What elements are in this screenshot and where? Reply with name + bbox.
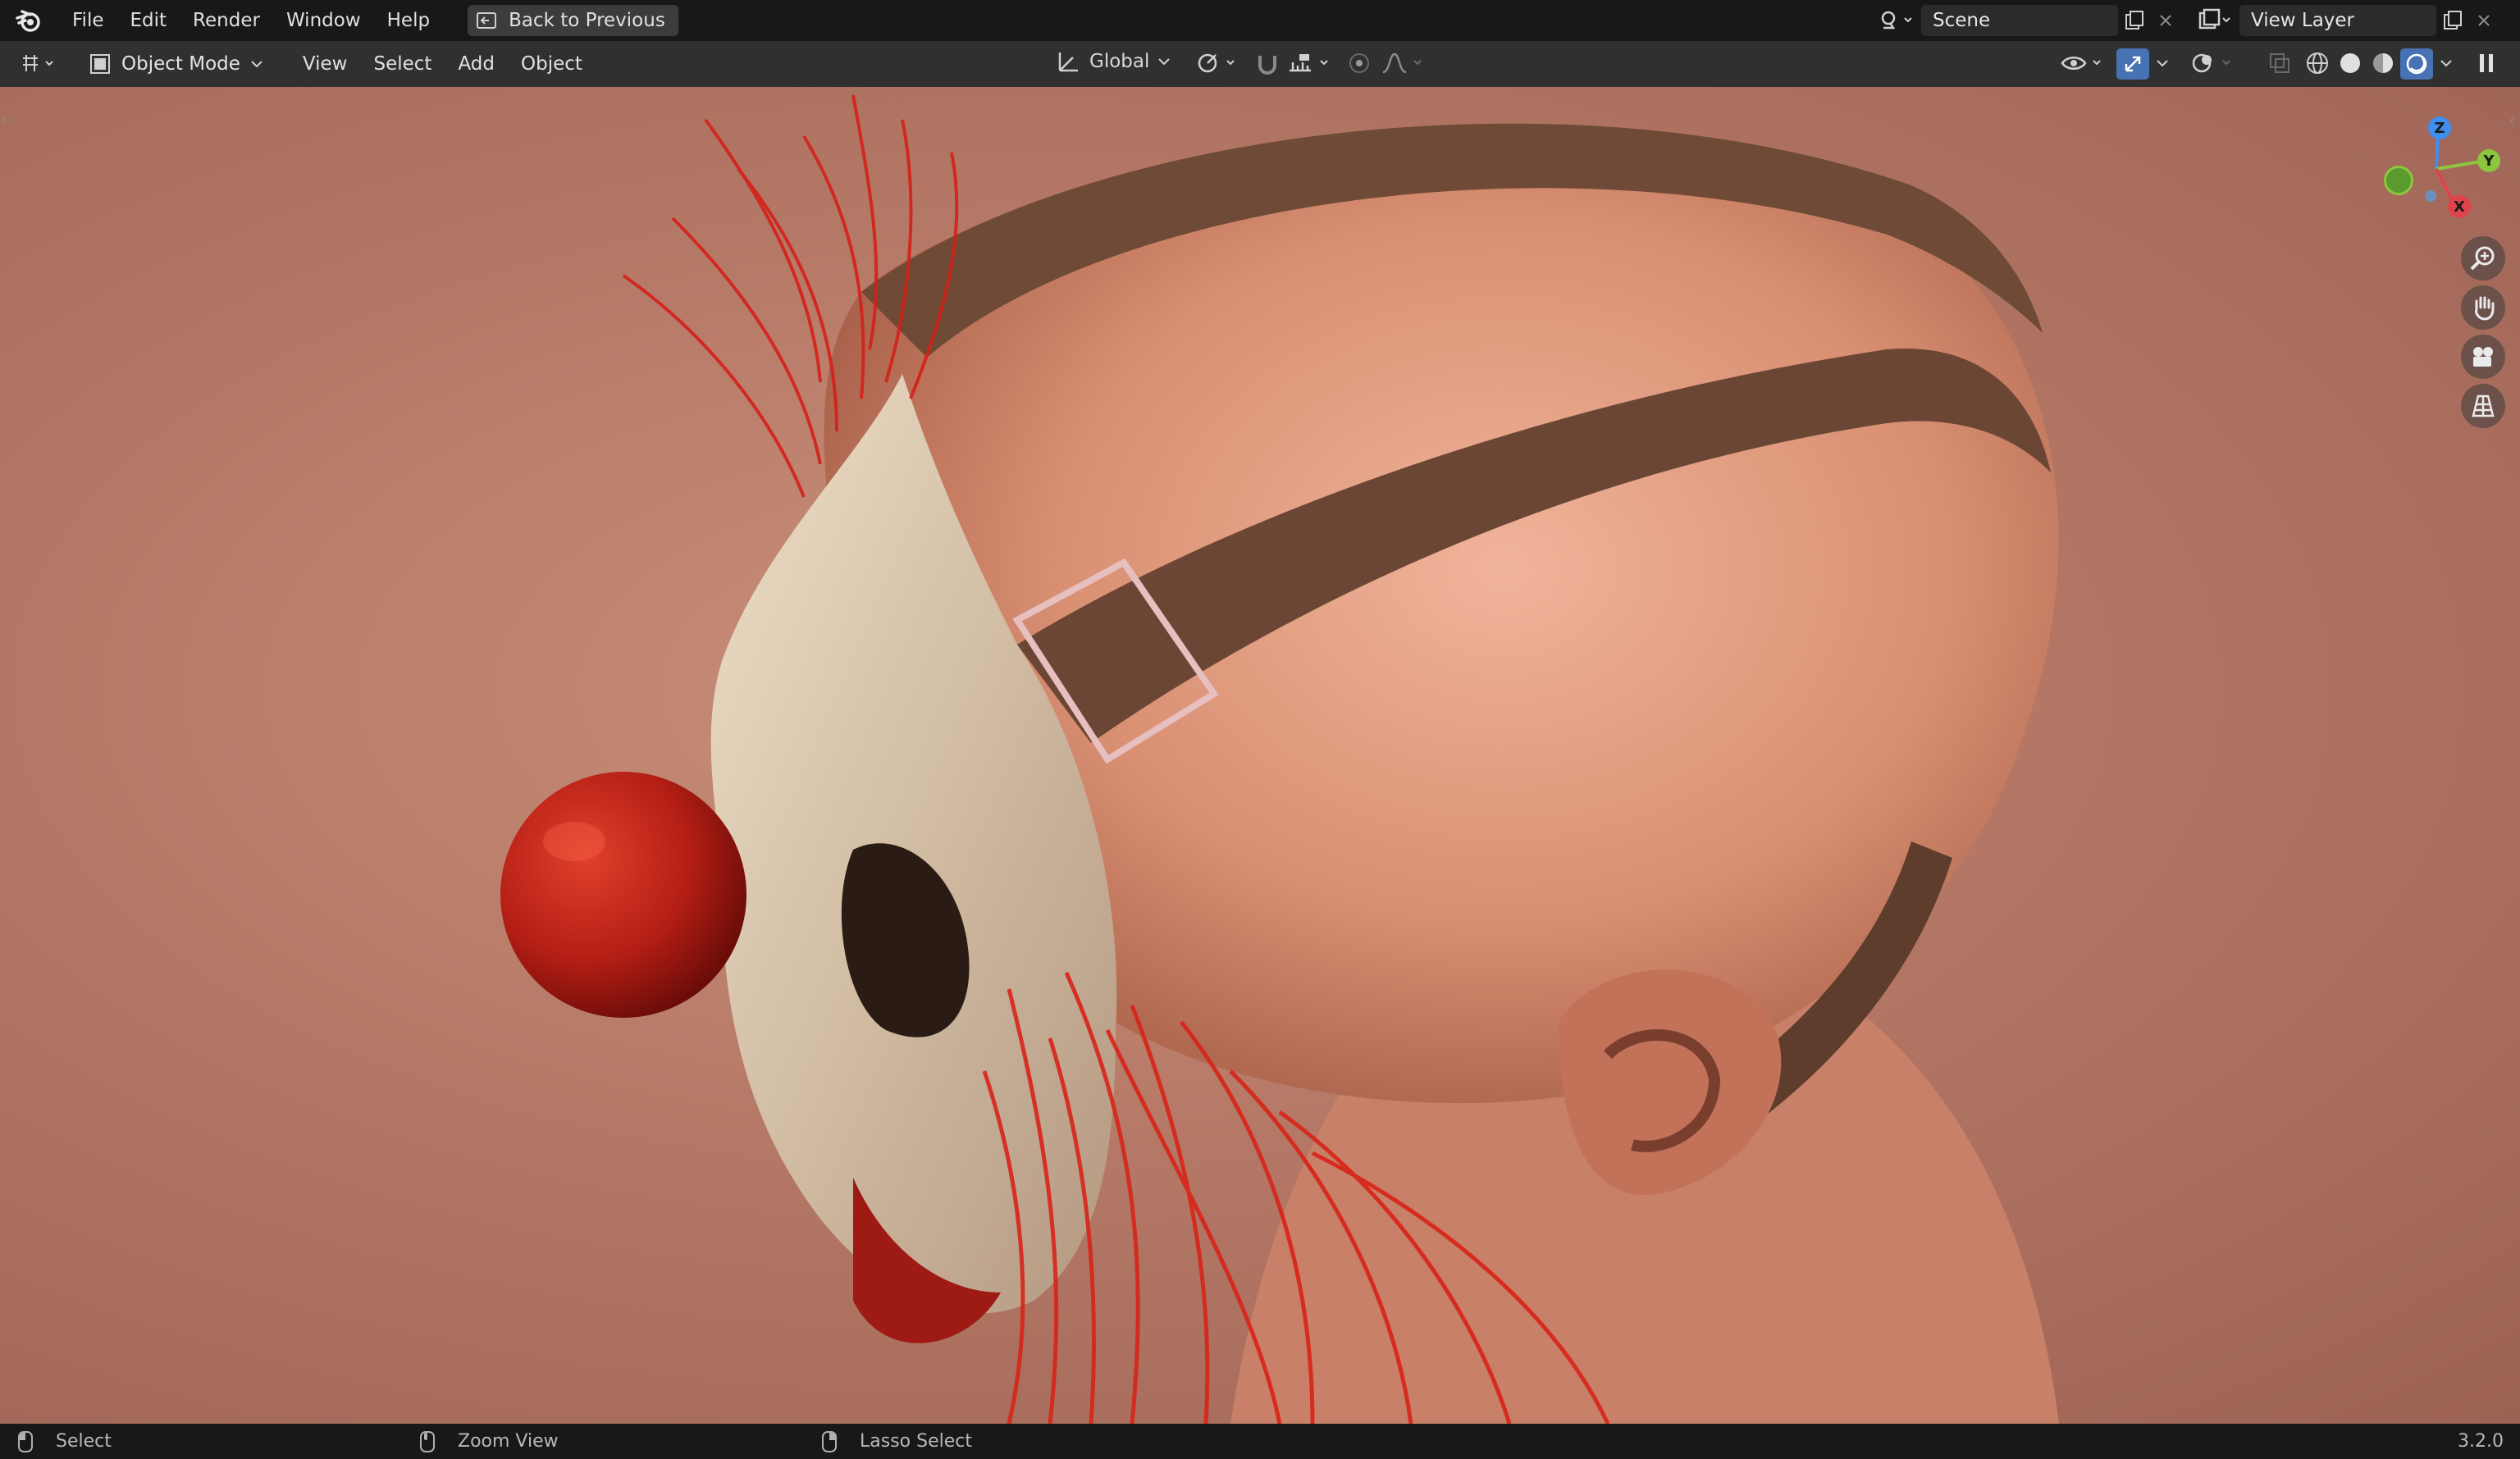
editor-type-icon[interactable] xyxy=(11,48,69,80)
gizmo-toggle-icon[interactable] xyxy=(2116,48,2149,80)
proportional-editing-icon[interactable] xyxy=(1345,49,1373,82)
back-icon xyxy=(477,12,497,29)
header-menu-view[interactable]: View xyxy=(290,53,361,75)
status-right-click-label: Lasso Select xyxy=(860,1431,972,1452)
header-menu-object[interactable]: Object xyxy=(508,53,596,75)
status-middle-click: Zoom View xyxy=(420,1430,559,1452)
object-mode-dropdown[interactable]: Object Mode xyxy=(79,48,273,80)
delete-scene-icon[interactable] xyxy=(2151,5,2180,36)
gizmo-negative-z-axis[interactable] xyxy=(2425,190,2436,202)
camera-view-icon[interactable] xyxy=(2461,335,2505,379)
scene-selector: Scene xyxy=(1872,5,2180,36)
back-button-label: Back to Previous xyxy=(509,10,665,31)
menu-window[interactable]: Window xyxy=(273,0,374,41)
object-mode-label: Object Mode xyxy=(121,53,240,75)
visibility-dropdown-icon[interactable] xyxy=(2059,49,2107,82)
menu-render[interactable]: Render xyxy=(180,0,273,41)
shading-dropdown-icon[interactable] xyxy=(2436,49,2458,82)
version-text: 3.2.0 xyxy=(2458,1431,2504,1452)
sidebar-expand-arrow-icon[interactable]: ‹ xyxy=(2509,110,2515,130)
back-to-previous-button[interactable]: Back to Previous xyxy=(468,5,678,36)
zoom-icon[interactable] xyxy=(2461,236,2505,280)
snap-target-icon[interactable] xyxy=(1286,49,1335,82)
menu-help[interactable]: Help xyxy=(374,0,443,41)
top-bar: File Edit Render Window Help Back to Pre… xyxy=(0,0,2520,41)
transform-orientation-dropdown[interactable]: Global xyxy=(1053,48,1171,75)
status-right-click: Lasso Select xyxy=(822,1430,972,1452)
chevron-down-icon xyxy=(251,61,262,68)
header-menu-add[interactable]: Add xyxy=(445,53,508,75)
snap-toggle-icon[interactable] xyxy=(1253,49,1281,82)
mouse-left-icon xyxy=(18,1430,33,1452)
gizmo-negative-y-axis[interactable] xyxy=(2384,166,2413,195)
view-layer-browse-icon[interactable] xyxy=(2190,5,2239,36)
chevron-down-icon xyxy=(1158,58,1171,66)
solid-shading-icon[interactable] xyxy=(2336,49,2364,82)
transform-orientation-icon xyxy=(1058,52,1078,72)
overlays-toggle-icon[interactable] xyxy=(2190,49,2239,82)
gizmo-y-label: Y xyxy=(2483,152,2495,170)
blender-logo-icon[interactable] xyxy=(15,7,43,34)
scene-name: Scene xyxy=(1933,10,1991,31)
navigation-gizmo[interactable]: Z Y X xyxy=(2371,112,2510,226)
scene-name-field[interactable]: Scene xyxy=(1921,5,2118,36)
status-left-click-label: Select xyxy=(56,1431,112,1452)
gizmo-z-axis[interactable]: Z xyxy=(2428,116,2451,139)
menu-edit[interactable]: Edit xyxy=(117,0,180,41)
scene-browse-icon[interactable] xyxy=(1872,5,1921,36)
falloff-type-icon[interactable] xyxy=(1380,49,1429,82)
object-mode-icon xyxy=(90,54,110,74)
3d-viewport[interactable]: Z Y X › ‹ xyxy=(0,87,2520,1424)
gizmo-dropdown-icon[interactable] xyxy=(2152,49,2174,82)
xray-toggle-icon[interactable] xyxy=(2266,49,2294,82)
viewport-header: Object Mode View Select Add Object Globa… xyxy=(0,41,2520,87)
toolbar-expand-arrow-icon[interactable]: › xyxy=(2,110,8,130)
wireframe-shading-icon[interactable] xyxy=(2303,49,2331,82)
rendered-shading-icon[interactable] xyxy=(2400,48,2433,80)
menu-file[interactable]: File xyxy=(59,0,117,41)
header-menu-select[interactable]: Select xyxy=(360,53,445,75)
perspective-toggle-icon[interactable] xyxy=(2461,384,2505,428)
gizmo-x-axis[interactable]: X xyxy=(2448,195,2471,218)
transform-orientation-label: Global xyxy=(1089,51,1150,72)
delete-view-layer-icon[interactable] xyxy=(2469,5,2499,36)
rendered-clown-head xyxy=(500,94,2059,1424)
status-bar: Select Zoom View Lasso Select 3.2.0 xyxy=(0,1424,2520,1459)
view-layer-selector: View Layer xyxy=(2190,5,2499,36)
status-middle-click-label: Zoom View xyxy=(458,1431,559,1452)
gizmo-x-label: X xyxy=(2454,198,2465,216)
new-scene-icon[interactable] xyxy=(2118,5,2151,36)
gizmo-y-axis[interactable]: Y xyxy=(2477,149,2500,172)
pivot-point-icon[interactable] xyxy=(1196,49,1240,82)
view-layer-name-field[interactable]: View Layer xyxy=(2239,5,2436,36)
new-view-layer-icon[interactable] xyxy=(2436,5,2469,36)
status-left-click: Select xyxy=(18,1430,112,1452)
version-label: 3.2.0 xyxy=(2458,1431,2504,1452)
gizmo-z-label: Z xyxy=(2434,119,2445,137)
pause-render-icon[interactable] xyxy=(2472,49,2500,82)
mouse-middle-icon xyxy=(420,1430,435,1452)
material-preview-shading-icon[interactable] xyxy=(2369,49,2397,82)
mouse-right-icon xyxy=(822,1430,837,1452)
view-layer-name: View Layer xyxy=(2251,10,2355,31)
pan-hand-icon[interactable] xyxy=(2461,285,2505,330)
